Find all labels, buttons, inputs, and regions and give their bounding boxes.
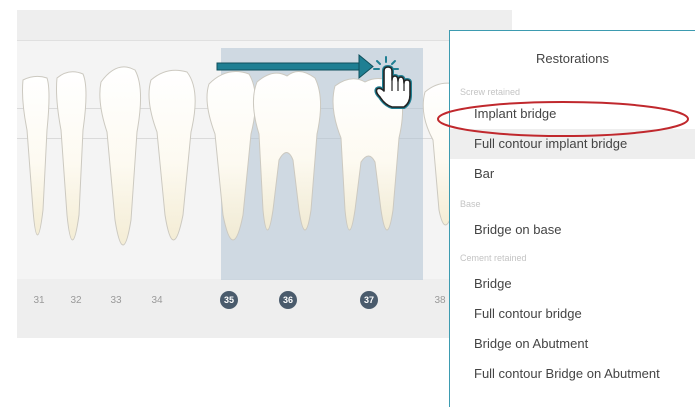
tooth-number-36[interactable]: 36 [279, 291, 297, 309]
pointer-hand-icon [373, 56, 412, 109]
tooth-number-31[interactable]: 31 [29, 295, 49, 306]
group-heading-base: Base [460, 199, 481, 209]
group-heading-cement-retained: Cement retained [460, 253, 527, 263]
menu-item-bar[interactable]: Bar [450, 159, 695, 189]
drag-arrow-icon [216, 53, 374, 80]
tooth-31 [22, 75, 50, 236]
tooth-33 [99, 66, 142, 246]
highlight-oval [437, 101, 689, 137]
menu-item-full-contour-bridge-on-abutment[interactable]: Full contour Bridge on Abutment [450, 359, 695, 389]
tooth-34 [148, 69, 196, 241]
tooth-number-37[interactable]: 37 [360, 291, 378, 309]
menu-item-bridge[interactable]: Bridge [450, 269, 695, 299]
menu-item-full-contour-bridge[interactable]: Full contour bridge [450, 299, 695, 329]
restorations-menu: Restorations Screw retained Implant brid… [449, 30, 695, 407]
tooth-36 [253, 71, 321, 231]
tooth-number-32[interactable]: 32 [66, 295, 86, 306]
menu-item-bridge-on-abutment[interactable]: Bridge on Abutment [450, 329, 695, 359]
tooth-number-35[interactable]: 35 [220, 291, 238, 309]
tooth-35 [206, 71, 256, 241]
group-heading-screw-retained: Screw retained [460, 87, 521, 97]
tooth-number-34[interactable]: 34 [147, 295, 167, 306]
tooth-number-38[interactable]: 38 [430, 295, 450, 306]
menu-item-bridge-on-base[interactable]: Bridge on base [450, 215, 695, 245]
tooth-32 [56, 71, 87, 241]
tooth-number-33[interactable]: 33 [106, 295, 126, 306]
menu-title: Restorations [536, 51, 609, 66]
